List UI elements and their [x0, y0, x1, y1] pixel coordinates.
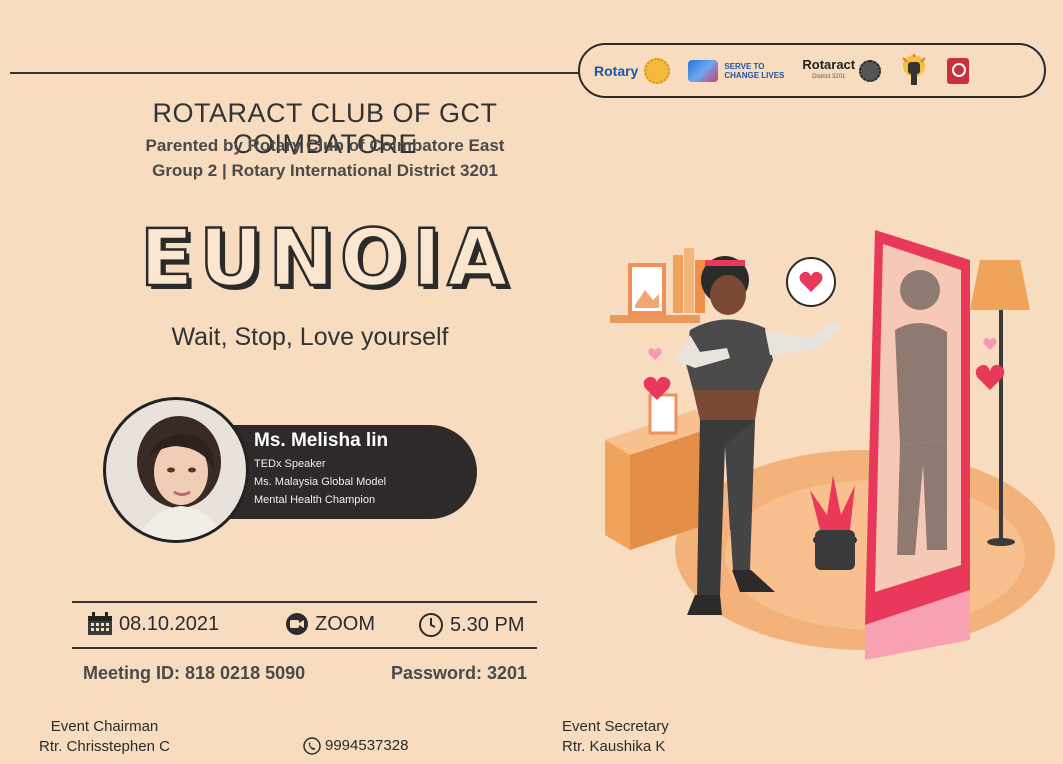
speaker-role: Ms. Malaysia Global Model: [254, 476, 387, 488]
rotaract-wheel-icon: [859, 59, 882, 82]
rotaract-district-text: District 3201: [812, 73, 846, 80]
calendar-icon: [88, 612, 112, 635]
speaker-role: TEDx Speaker: [254, 458, 326, 470]
event-time-text: 5.30 PM: [450, 613, 525, 636]
rotary-wheel-icon: [644, 57, 671, 84]
serve-mark-icon: [688, 59, 719, 82]
event-platform-text: ZOOM: [315, 612, 375, 635]
details-top-divider: [72, 601, 537, 603]
rotaract-logo: Rotaract District 3201: [802, 56, 882, 83]
group-district-text: Group 2 | Rotary International District …: [152, 161, 498, 180]
speaker-name: Ms. Melisha lin: [254, 430, 389, 451]
event-secretary: Event Secretary Rtr. Kaushika K: [562, 717, 727, 757]
clock-icon: [419, 613, 443, 637]
floor-lamp: [970, 260, 1030, 310]
plant-pot: [815, 530, 855, 570]
self-love-mirror-illustration: [605, 230, 1055, 660]
event-time: 5.30 PM: [418, 612, 524, 638]
heart-icon: [648, 348, 662, 360]
details-bottom-divider: [72, 647, 537, 649]
secretary-label: Event Secretary: [562, 718, 669, 735]
serve-to-change-lives-logo: SERVE TO CHANGE LIVES: [688, 59, 785, 82]
event-title: EUNOIA: [139, 213, 514, 306]
phone-icon: [303, 737, 321, 755]
top-divider: [10, 72, 580, 74]
heart-icon: [983, 338, 997, 350]
event-platform: ZOOM: [285, 612, 375, 636]
standing-mirror: [865, 230, 970, 660]
meeting-id: Meeting ID: 818 0218 5090: [83, 663, 306, 683]
raised-fist-logo-icon: [902, 53, 926, 85]
contact-phone[interactable]: 9994537328: [303, 736, 408, 756]
wall-shelf: [610, 315, 700, 323]
rotaract-logo-text: Rotaract: [802, 56, 856, 72]
event-date: 08.10.2021: [87, 612, 219, 636]
zoom-camera-icon: [286, 613, 308, 635]
sponsor-logos-bar: Rotary SERVE TO CHANGE LIVES Rotaract Di…: [578, 43, 1046, 98]
phone-number: 9994537328: [325, 737, 409, 754]
event-tagline: Wait, Stop, Love yourself: [171, 323, 449, 351]
parented-by-text: Parented by Rotary Club of Coimbatore Ea…: [145, 136, 505, 155]
event-chairman: Event Chairman Rtr. Chrisstephen C: [22, 717, 187, 757]
rotary-logo-text: Rotary: [594, 62, 639, 79]
club-emblem-icon: [947, 57, 970, 84]
event-date-text: 08.10.2021: [119, 612, 220, 635]
speaker-portrait: [106, 400, 246, 540]
rotary-logo: Rotary: [594, 57, 671, 84]
speaker-avatar: [103, 397, 249, 543]
chairman-label: Event Chairman: [50, 718, 159, 735]
secretary-name: Rtr. Kaushika K: [562, 738, 666, 755]
speaker-role: Mental Health Champion: [254, 494, 376, 506]
serve-line-2: CHANGE LIVES: [724, 70, 785, 80]
chairman-name: Rtr. Chrisstephen C: [39, 738, 170, 755]
meeting-password: Password: 3201: [391, 663, 528, 683]
serve-line-1: SERVE TO: [724, 61, 765, 71]
